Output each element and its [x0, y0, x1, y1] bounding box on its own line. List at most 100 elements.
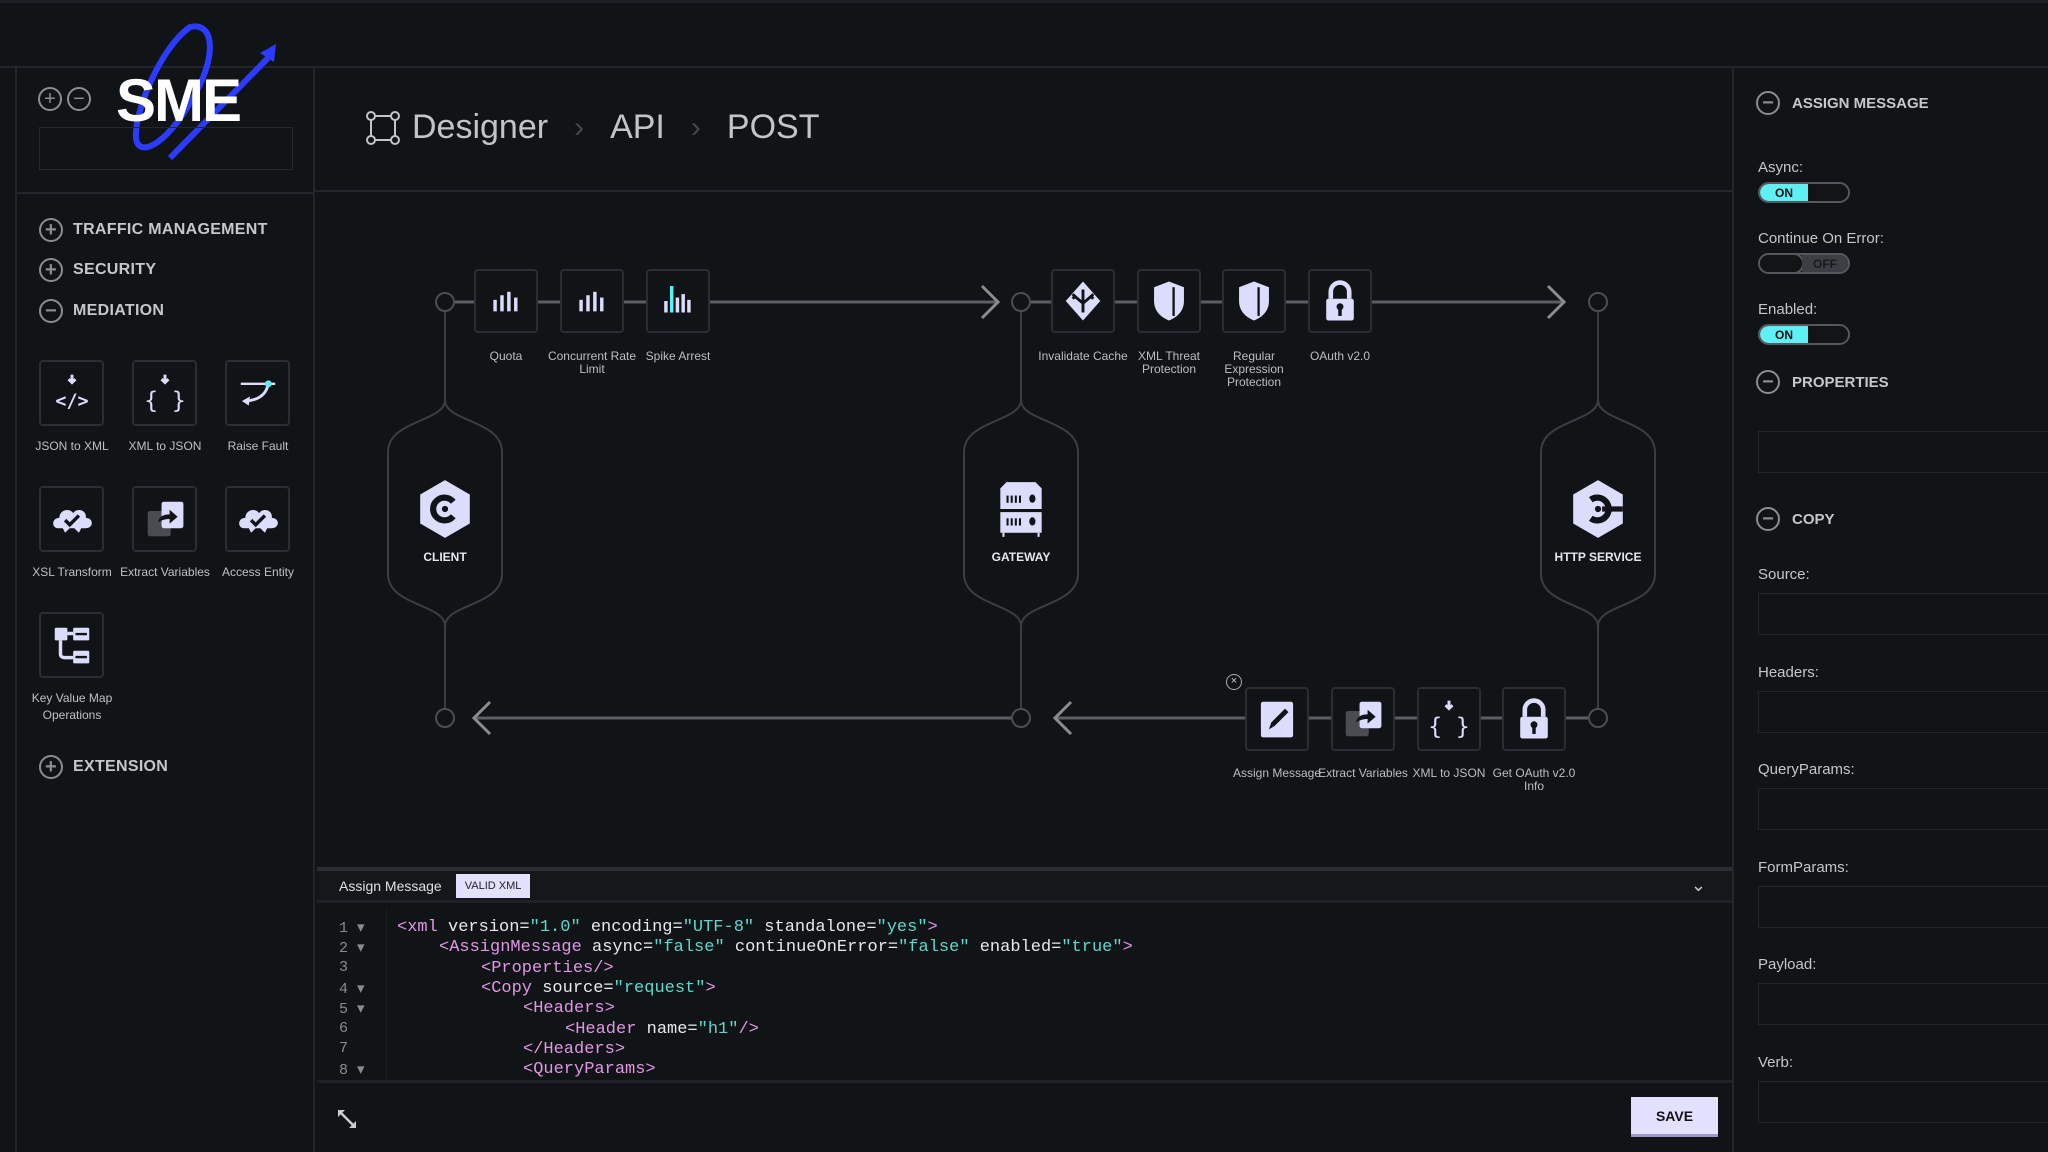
code-area[interactable]: 1 ▾ <xml version="1.0" encoding="UTF-8" s…	[317, 909, 1732, 1083]
section-properties[interactable]: − PROPERTIES	[1756, 370, 1889, 394]
code-line: 7 </Headers>	[317, 1040, 625, 1060]
field-input[interactable]	[1758, 593, 2048, 635]
code-text: <Copy source="request">	[481, 978, 716, 998]
collapse-icon: −	[1756, 91, 1780, 115]
connector-dot	[1011, 708, 1031, 728]
policy-label: Invalidate Cache	[1038, 349, 1128, 363]
node-label: HTTP SERVICE	[1554, 550, 1642, 564]
code-line: 8 ▾ <QueryParams>	[317, 1060, 656, 1080]
valid-xml-badge: VALID XML	[455, 873, 531, 898]
code-text: <Headers>	[523, 999, 615, 1019]
flow-policy[interactable]: Spike Arrest	[628, 269, 728, 363]
line-number: 7	[339, 1039, 349, 1057]
collapse-icon: −	[1756, 507, 1780, 531]
flow-policy[interactable]: Get OAuth v2.0 Info	[1484, 687, 1584, 793]
field-input[interactable]	[1758, 788, 2048, 830]
policy-label: Concurrent Rate Limit	[547, 349, 637, 376]
code-text: <Header name="h1"/>	[565, 1019, 759, 1039]
spike-bars-icon	[664, 286, 691, 313]
chevron-down-icon[interactable]: ⌄	[1691, 875, 1706, 896]
flow-policy[interactable]: Quota	[456, 269, 556, 363]
service-hex-icon	[1573, 480, 1623, 538]
connector-dot	[1011, 292, 1031, 312]
properties-input[interactable]	[1758, 431, 2048, 473]
toggle-switch[interactable]: ON	[1758, 182, 1850, 203]
lock-icon	[1326, 280, 1354, 321]
save-button[interactable]: SAVE	[1631, 1097, 1718, 1137]
node-label: GATEWAY	[991, 550, 1051, 564]
line-number: 8 ▾	[339, 1062, 365, 1080]
shield-icon	[1154, 281, 1184, 321]
code-line: 4 ▾ <Copy source="request">	[317, 979, 716, 999]
connector-dot	[1588, 292, 1608, 312]
policy-label: Regular Expression Protection	[1224, 349, 1284, 389]
flow-policy[interactable]: Concurrent Rate Limit	[542, 269, 642, 376]
bars-icon	[579, 291, 604, 312]
section-assign-message[interactable]: − ASSIGN MESSAGE	[1756, 91, 1929, 115]
section-title: COPY	[1792, 510, 1835, 528]
flow-policy[interactable]: OAuth v2.0	[1290, 269, 1390, 363]
shield-icon	[1239, 281, 1269, 321]
line-number: 2 ▾	[339, 940, 365, 958]
properties-panel: − ASSIGN MESSAGE Async: ON Continue On Erro…	[1732, 68, 2048, 1152]
flow-node-client[interactable]: CLIENT	[375, 478, 515, 564]
policy-label: Assign Message	[1232, 766, 1322, 780]
expand-icon[interactable]	[335, 1107, 359, 1131]
field-input[interactable]	[1758, 983, 2048, 1025]
server-icon	[1000, 482, 1042, 537]
field-label: QueryParams:	[1758, 761, 1855, 778]
policy-label: Quota	[489, 349, 523, 363]
flow-policy[interactable]: Extract Variables	[1313, 687, 1413, 780]
line-number: 4 ▾	[339, 980, 365, 998]
toggle-label: Continue On Error:	[1758, 230, 1884, 247]
policy-label: Get OAuth v2.0 Info	[1492, 766, 1576, 793]
node-label: CLIENT	[423, 550, 467, 564]
field-label: Source:	[1758, 566, 1810, 583]
code-text: <xml version="1.0" encoding="UTF-8" stan…	[397, 918, 938, 937]
flow-node-gateway[interactable]: GATEWAY	[951, 478, 1091, 564]
field-label: Headers:	[1758, 663, 1819, 681]
code-text: </Headers>	[523, 1039, 626, 1059]
code-line: 6 <Header name="h1"/>	[317, 1020, 759, 1040]
section-copy[interactable]: − COPY	[1756, 507, 1835, 531]
flow-policy[interactable]: Invalidate Cache	[1033, 269, 1133, 363]
line-number: 5 ▾	[339, 1001, 365, 1019]
extract-icon	[1345, 701, 1382, 737]
code-text: <Properties/>	[481, 958, 614, 978]
policy-label: OAuth v2.0	[1309, 349, 1371, 363]
section-title: ASSIGN MESSAGE	[1792, 94, 1929, 112]
line-number: 1 ▾	[339, 920, 365, 937]
bars-icon	[493, 291, 518, 312]
line-number: 6	[339, 1019, 349, 1037]
flow-node-http-service[interactable]: HTTP SERVICE	[1528, 478, 1668, 564]
pencil-icon	[1260, 701, 1294, 738]
editor-tab[interactable]: Assign Message	[339, 878, 442, 894]
toggle-switch[interactable]: ON	[1758, 324, 1850, 345]
code-text: <AssignMessage async="false" continueOnE…	[439, 938, 1133, 958]
lock-icon	[1520, 698, 1548, 739]
remove-policy-icon[interactable]: ×	[1226, 674, 1242, 690]
collapse-icon: −	[1756, 370, 1780, 394]
field-input[interactable]	[1758, 690, 2048, 733]
field-input[interactable]	[1758, 885, 2048, 928]
svg-text:{ }: { }	[1428, 714, 1470, 740]
braces-down-icon: { }	[1428, 700, 1470, 740]
flow-policy[interactable]: Regular Expression Protection	[1204, 269, 1304, 389]
code-line: 1 ▾ <xml version="1.0" encoding="UTF-8" s…	[317, 918, 938, 938]
client-hex-icon	[420, 480, 470, 538]
code-editor-panel: Assign Message VALID XML ⌄ 1 ▾ <xml versi…	[317, 867, 1732, 1152]
section-title: PROPERTIES	[1792, 373, 1889, 391]
connector-dot	[435, 292, 455, 312]
line-number: 3	[339, 958, 349, 976]
toggle-label: Enabled:	[1758, 301, 1818, 318]
toggle-label: Async:	[1758, 159, 1804, 176]
toggle-switch[interactable]: OFF	[1758, 253, 1850, 274]
diamond-arrows-icon	[1065, 281, 1101, 321]
field-input[interactable]	[1758, 1080, 2048, 1123]
code-line: 2 ▾ <AssignMessage async="false" continue…	[317, 938, 1133, 958]
policy-label: Extract Variables	[1318, 766, 1408, 780]
code-line: 3 <Properties/>	[317, 959, 614, 979]
field-label: FormParams:	[1758, 858, 1849, 876]
editor-tab-bar: Assign Message VALID XML ⌄	[317, 871, 1732, 903]
flow-policy[interactable]: Assign Message	[1227, 687, 1327, 780]
